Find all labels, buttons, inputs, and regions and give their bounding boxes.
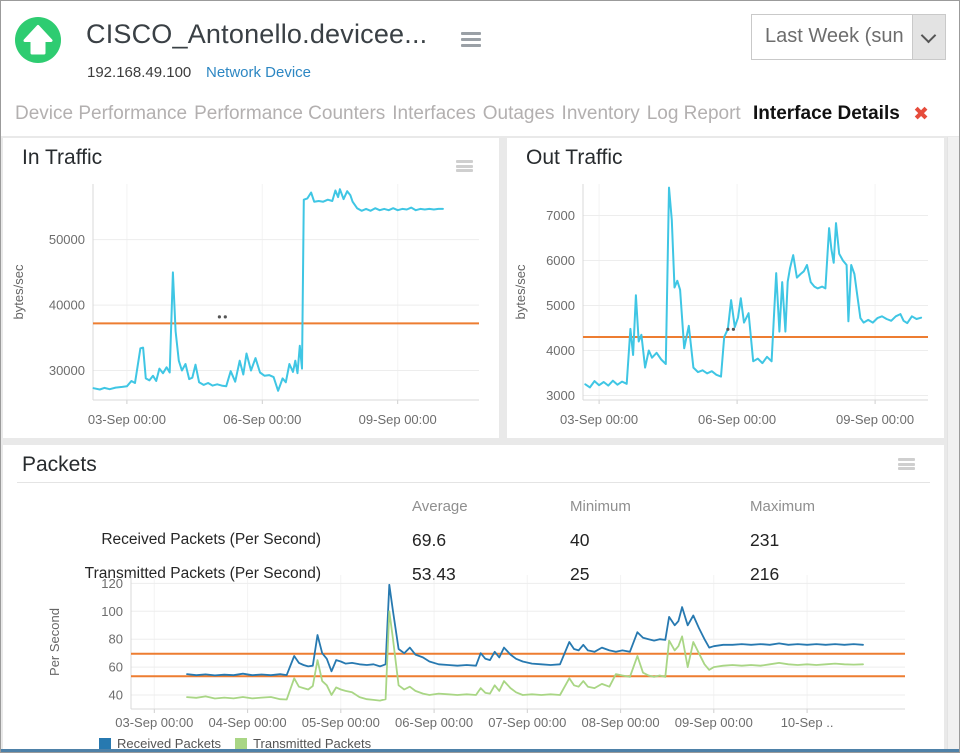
svg-text:5000: 5000 <box>546 298 575 313</box>
svg-text:60: 60 <box>109 660 123 675</box>
packets-panel: Packets Average Minimum Maximum Received… <box>3 445 944 751</box>
svg-text:03-Sep 00:00: 03-Sep 00:00 <box>88 412 166 427</box>
packets-title: Packets <box>22 453 97 477</box>
svg-text:10-Sep ..: 10-Sep .. <box>781 715 834 730</box>
tab-bar: Device Performance Performance Counters In… <box>15 97 951 131</box>
svg-text:07-Sep 00:00: 07-Sep 00:00 <box>488 715 566 730</box>
svg-text:bytes/sec: bytes/sec <box>11 264 26 319</box>
vertical-scrollbar[interactable] <box>947 137 959 751</box>
tab-device-performance[interactable]: Device Performance <box>15 103 187 124</box>
packets-menu-icon[interactable] <box>898 458 915 470</box>
close-icon[interactable]: ✖ <box>913 104 929 125</box>
svg-text:08-Sep 00:00: 08-Sep 00:00 <box>582 715 660 730</box>
svg-text:40: 40 <box>109 688 123 703</box>
tab-performance-counters[interactable]: Performance Counters <box>194 103 385 124</box>
header-area: CISCO_Antonello.devicee... 192.168.49.10… <box>1 1 959 136</box>
in-traffic-chart: 03-Sep 00:00 06-Sep 00:00 09-Sep 00:00 3000… <box>7 174 493 432</box>
svg-text:06-Sep 00:00: 06-Sep 00:00 <box>223 412 301 427</box>
col-maximum: Maximum <box>750 498 944 515</box>
received-packets-swatch <box>99 738 111 750</box>
device-menu-icon[interactable] <box>461 32 481 47</box>
tab-interfaces[interactable]: Interfaces <box>392 103 475 124</box>
svg-text:4000: 4000 <box>546 343 575 358</box>
col-minimum: Minimum <box>570 498 750 515</box>
table-row: Received Packets (Per Second) 69.6 40 23… <box>3 523 944 557</box>
out-traffic-chart: 03-Sep 00:00 06-Sep 00:00 09-Sep 00:00 3000… <box>511 174 940 432</box>
device-status-up-icon <box>14 16 62 64</box>
transmitted-packets-swatch <box>235 738 247 750</box>
bottom-bar <box>1 749 959 752</box>
in-traffic-panel: In Traffic 03-Sep 00:00 06-Sep 00:00 09-Se… <box>3 138 499 438</box>
received-minimum: 40 <box>570 530 750 551</box>
in-traffic-menu-icon[interactable] <box>456 160 473 172</box>
tab-interface-details[interactable]: Interface Details <box>753 103 900 124</box>
tab-log-report[interactable]: Log Report <box>647 103 741 124</box>
chevron-down-icon[interactable] <box>912 15 945 59</box>
out-traffic-title: Out Traffic <box>526 146 622 170</box>
col-average: Average <box>412 498 570 515</box>
tab-list: Device Performance Performance Counters In… <box>15 103 748 124</box>
svg-text:09-Sep 00:00: 09-Sep 00:00 <box>836 412 914 427</box>
svg-text:bytes/sec: bytes/sec <box>513 264 528 319</box>
out-traffic-panel: Out Traffic 03-Sep 00:00 06-Sep 00:00 09-S… <box>507 138 944 438</box>
svg-text:6000: 6000 <box>546 253 575 268</box>
svg-text:7000: 7000 <box>546 208 575 223</box>
svg-text:30000: 30000 <box>49 363 85 378</box>
svg-text:09-Sep 00:00: 09-Sep 00:00 <box>675 715 753 730</box>
tab-inventory[interactable]: Inventory <box>562 103 640 124</box>
device-ip: 192.168.49.100 <box>87 64 191 81</box>
svg-text:06-Sep 00:00: 06-Sep 00:00 <box>395 715 473 730</box>
device-type-link[interactable]: Network Device <box>206 64 311 81</box>
divider <box>17 482 930 483</box>
svg-text:04-Sep 00:00: 04-Sep 00:00 <box>209 715 287 730</box>
packets-table-header: Average Minimum Maximum <box>3 489 944 523</box>
received-average: 69.6 <box>412 530 570 551</box>
tab-outages[interactable]: Outages <box>483 103 555 124</box>
packets-chart: 03-Sep 00:00 04-Sep 00:00 05-Sep 00:00 06-S… <box>45 567 939 735</box>
svg-text:09-Sep 00:00: 09-Sep 00:00 <box>359 412 437 427</box>
time-period-value: Last Week (sun <box>752 15 912 59</box>
svg-text:Per Second: Per Second <box>47 608 62 676</box>
svg-text:3000: 3000 <box>546 388 575 403</box>
svg-text:06-Sep 00:00: 06-Sep 00:00 <box>698 412 776 427</box>
svg-text:80: 80 <box>109 632 123 647</box>
row-label: Received Packets (Per Second) <box>3 531 412 549</box>
svg-text:120: 120 <box>101 576 123 591</box>
in-traffic-title: In Traffic <box>22 146 102 170</box>
svg-text:100: 100 <box>101 604 123 619</box>
svg-text:03-Sep 00:00: 03-Sep 00:00 <box>560 412 638 427</box>
svg-text:05-Sep 00:00: 05-Sep 00:00 <box>302 715 380 730</box>
time-period-select[interactable]: Last Week (sun <box>751 14 946 60</box>
svg-text:03-Sep 00:00: 03-Sep 00:00 <box>115 715 193 730</box>
svg-text:50000: 50000 <box>49 232 85 247</box>
received-maximum: 231 <box>750 530 944 551</box>
svg-text:40000: 40000 <box>49 298 85 313</box>
device-title: CISCO_Antonello.devicee... <box>86 19 427 50</box>
interface-details-window: CISCO_Antonello.devicee... 192.168.49.10… <box>0 0 960 753</box>
